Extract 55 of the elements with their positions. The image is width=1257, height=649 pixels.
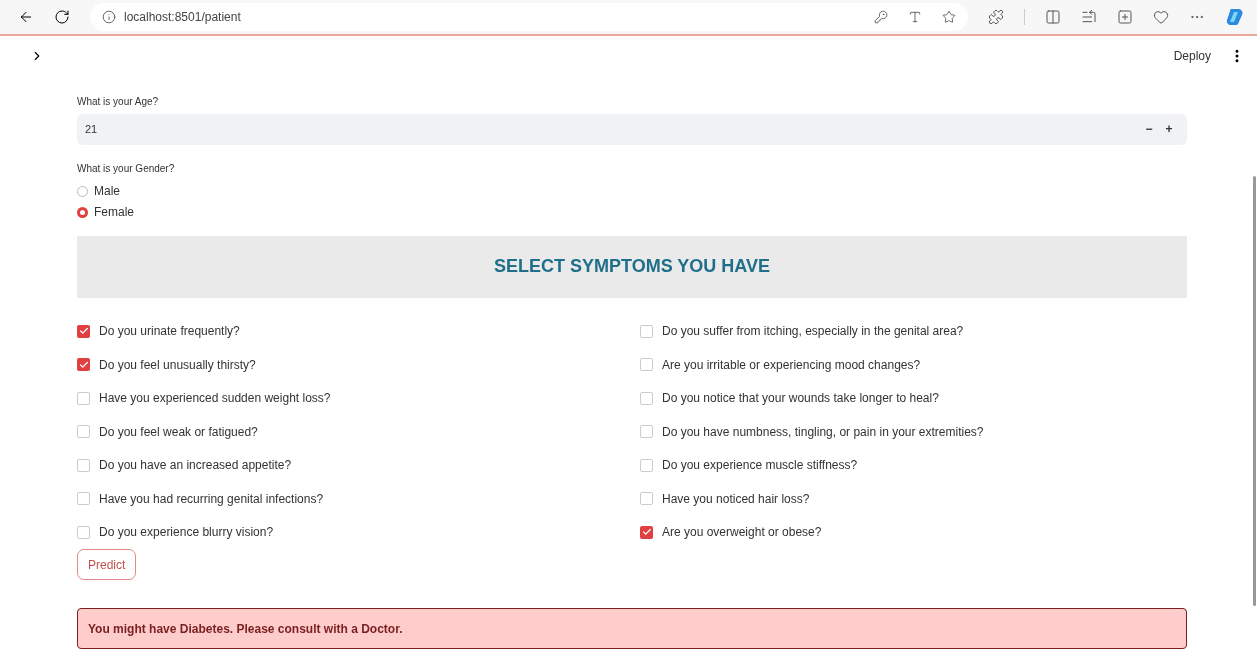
checkbox-label: Do you have an increased appetite? [99,458,292,473]
checkbox-label: Do you suffer from itching, especially in the genital area? [662,324,964,339]
checkbox-label: Have you noticed hair loss? [662,491,810,506]
radio-label: Male [94,184,120,198]
checkbox[interactable] [77,525,90,539]
checkbox-label: Are you overweight or obese? [662,525,822,540]
heart-icon[interactable] [1153,8,1169,25]
checkbox[interactable] [77,458,90,472]
checkbox-label: Do you notice that your wounds take longer to heal? [662,391,939,406]
checkbox[interactable] [640,358,653,372]
checkbox-label: Do you experience muscle stiffness? [662,458,858,473]
checkbox[interactable] [77,324,90,338]
checkbox-label: Do you urinate frequently? [99,324,240,339]
address-bar[interactable]: localhost:8501/patient [90,2,968,31]
checkbox-label: Have you experienced sudden weight loss? [99,391,331,406]
checkbox[interactable] [640,458,653,472]
checkbox[interactable] [640,525,653,539]
checkbox[interactable] [77,492,90,506]
checkbox-label: Do you feel weak or fatigued? [99,424,258,439]
puzzle-icon[interactable] [988,8,1004,25]
refresh-icon[interactable] [54,8,70,25]
key-icon[interactable] [874,9,888,24]
deploy-button[interactable]: Deploy [1169,46,1215,65]
checkbox[interactable] [640,324,653,338]
checkbox[interactable] [640,425,653,439]
scrollbar-thumb[interactable] [1253,175,1256,606]
checkbox-label: Have you had recurring genital infections? [99,491,324,506]
checkbox[interactable] [77,425,90,439]
radio-button[interactable] [77,185,88,197]
copilot-icon[interactable] [1225,6,1245,27]
text-icon[interactable] [908,9,922,24]
checkbox[interactable] [640,492,653,506]
checkbox-label: Do you feel unusually thirsty? [99,357,256,372]
decrement-button[interactable]: − [1139,122,1159,136]
age-input[interactable]: 21 − + [77,113,1187,145]
radio-button[interactable] [77,206,88,218]
result-message: You might have Diabetes. Please consult with a Doctor. [88,621,403,636]
info-icon[interactable] [102,9,116,24]
checkbox-label: Do you have numbness, tingling, or pain in your extremities? [662,424,984,439]
checkbox-label: Are you irritable or experiencing mood changes? [662,357,921,372]
star-icon[interactable] [942,9,956,24]
checkbox[interactable] [77,358,90,372]
increment-button[interactable]: + [1159,122,1179,136]
radio-label: Female [94,205,134,219]
field-label: What is your Age? [77,95,160,107]
field-label: What is your Gender? [77,162,176,174]
checkbox[interactable] [640,391,653,405]
checkbox[interactable] [77,391,90,405]
collections-icon[interactable] [1117,8,1133,25]
url-text: localhost:8501/patient [124,9,242,24]
checkbox-label: Do you experience blurry vision? [99,525,274,540]
favorites-icon[interactable] [1081,8,1097,25]
section-title: SELECT SYMPTOMS YOU HAVE [493,256,770,277]
split-screen-icon[interactable] [1045,8,1061,25]
predict-button[interactable]: Predict [77,549,137,580]
